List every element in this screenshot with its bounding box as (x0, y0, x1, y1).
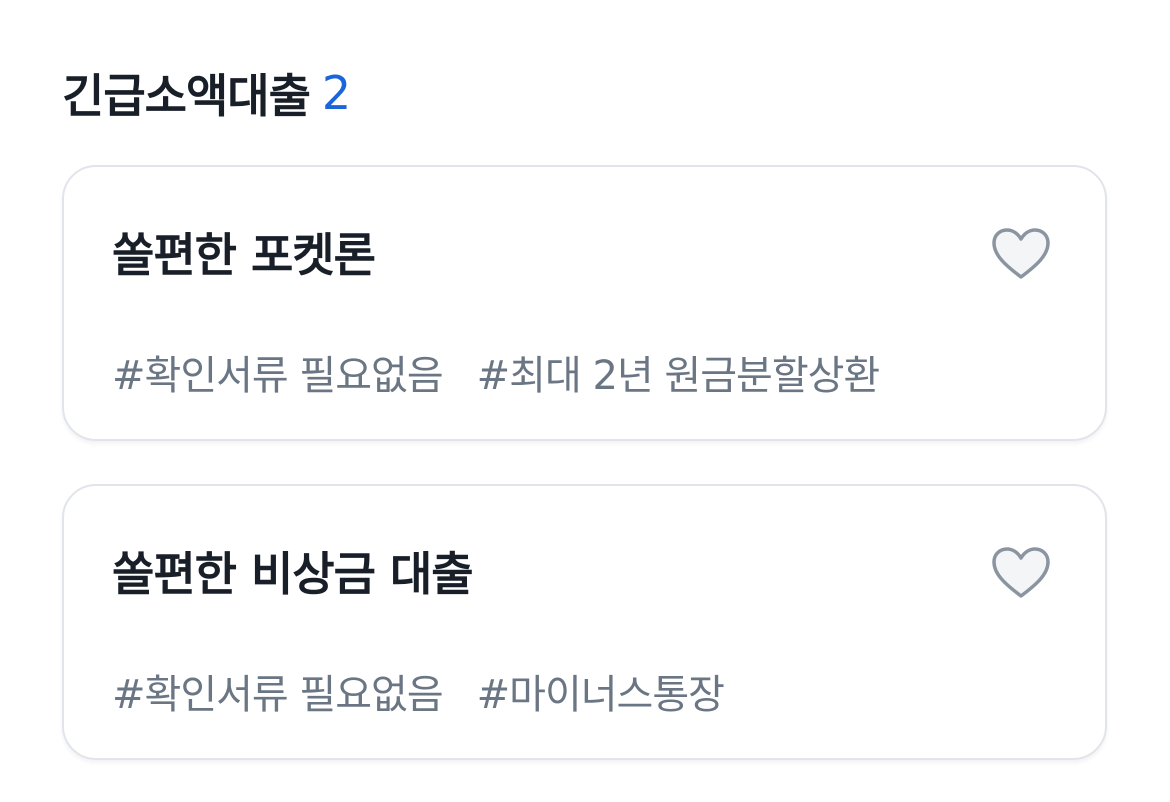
product-card[interactable]: 쏠편한 포켓론 #확인서류 필요없음 #최대 2년 원금분할상환 (62, 165, 1107, 441)
tag: #확인서류 필요없음 (112, 672, 444, 718)
tag: #확인서류 필요없음 (112, 353, 444, 399)
section-count: 2 (321, 66, 351, 120)
loan-list-page: 긴급소액대출 2 쏠편한 포켓론 #확인서류 필요없음 #최대 2년 원금분할상… (0, 0, 1170, 802)
product-title: 쏠편한 비상금 대출 (112, 547, 474, 601)
tag: #마이너스통장 (476, 672, 725, 718)
tag-list: #확인서류 필요없음 #최대 2년 원금분할상환 (112, 343, 881, 401)
tag: #최대 2년 원금분할상환 (476, 353, 881, 399)
section-header: 긴급소액대출 2 (62, 58, 351, 128)
section-title: 긴급소액대출 (62, 69, 311, 123)
product-title: 쏠편한 포켓론 (112, 228, 376, 282)
heart-outline-icon[interactable] (991, 546, 1051, 600)
heart-outline-icon[interactable] (991, 227, 1051, 281)
product-card[interactable]: 쏠편한 비상금 대출 #확인서류 필요없음 #마이너스통장 (62, 484, 1107, 760)
tag-list: #확인서류 필요없음 #마이너스통장 (112, 662, 725, 720)
